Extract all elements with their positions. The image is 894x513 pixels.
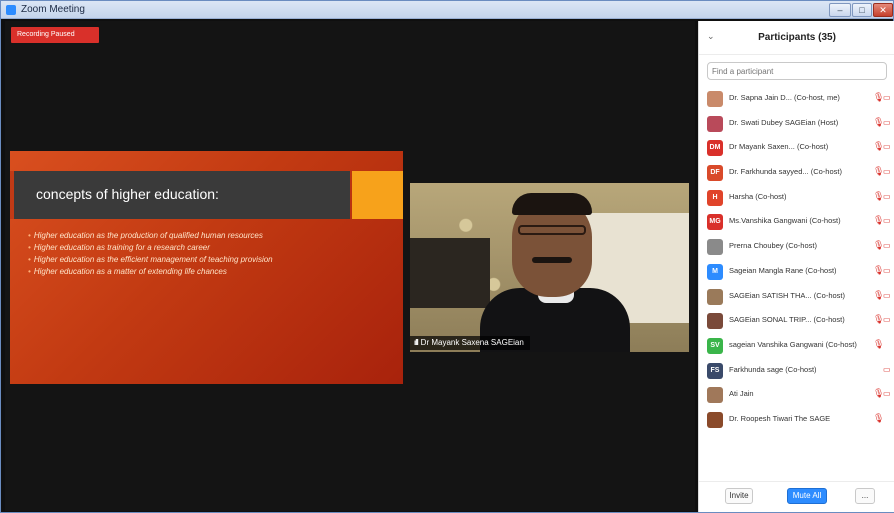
- slide-accent-block: [352, 171, 403, 219]
- participant-row[interactable]: DF Dr. Farkhunda sayyed... (Co-host) 🎙 ▭: [699, 161, 894, 186]
- close-button[interactable]: ✕: [873, 3, 893, 17]
- participant-row[interactable]: DM Dr Mayank Saxen... (Co-host) 🎙 ▭: [699, 136, 894, 161]
- participant-row[interactable]: SAGEian SONAL TRIP... (Co-host) 🎙 ▭: [699, 309, 894, 334]
- participant-avatar: [707, 239, 723, 256]
- participant-name: Farkhunda sage (Co-host): [729, 364, 817, 374]
- participants-panel: ⌄ Participants (35) Dr. Sapna Jain D... …: [698, 21, 894, 512]
- participant-row[interactable]: Dr. Sapna Jain D... (Co-host, me) 🎙 ▭: [699, 87, 894, 112]
- video-off-icon[interactable]: ▭: [883, 365, 891, 374]
- participant-avatar: M: [707, 263, 723, 280]
- video-off-icon[interactable]: ▭: [883, 389, 891, 398]
- participant-name: Ati Jain: [729, 389, 754, 399]
- participant-row[interactable]: FS Farkhunda sage (Co-host) ▭: [699, 359, 894, 384]
- participant-name: Dr. Sapna Jain D... (Co-host, me): [729, 93, 840, 102]
- speaker-video[interactable]: ıll Dr Mayank Saxena SAGEian: [410, 183, 689, 352]
- participant-search-input[interactable]: [707, 62, 887, 80]
- slide-heading: concepts of higher education:: [36, 186, 219, 202]
- maximize-button[interactable]: □: [852, 3, 872, 17]
- participant-avatar: [707, 115, 723, 132]
- participant-row[interactable]: MG Ms.Vanshika Gangwani (Co-host) 🎙 ▭: [699, 210, 894, 235]
- more-options-button[interactable]: ...: [855, 488, 875, 504]
- participant-avatar: [707, 387, 723, 404]
- participant-avatar: SV: [707, 337, 723, 354]
- participant-name: Dr Mayank Saxen... (Co-host): [729, 142, 829, 152]
- participant-name: Harsha (Co-host): [729, 191, 787, 201]
- participants-footer: Invite Mute All ...: [699, 481, 894, 511]
- participant-avatar: [707, 91, 723, 107]
- microphone-muted-icon[interactable]: 🎙: [873, 339, 884, 350]
- participant-avatar: DM: [707, 140, 723, 157]
- video-off-icon[interactable]: ▭: [883, 118, 891, 127]
- participant-avatar: MG: [707, 214, 723, 231]
- participant-avatar: FS: [707, 362, 723, 379]
- slide-bullet: • Higher education as training for a rese…: [28, 243, 210, 252]
- zoom-app-icon: [6, 5, 16, 15]
- zoom-window: Zoom Meeting – □ ✕ Recording Paused conc…: [0, 0, 894, 513]
- video-off-icon[interactable]: ▭: [883, 167, 891, 176]
- participant-avatar: [707, 313, 723, 330]
- speaker-mustache: [532, 257, 572, 263]
- invite-button[interactable]: Invite: [725, 488, 753, 504]
- video-off-icon[interactable]: ▭: [883, 266, 891, 275]
- participant-row[interactable]: Dr. Swati Dubey SAGEian (Host) 🎙 ▭: [699, 112, 894, 137]
- video-off-icon[interactable]: ▭: [883, 192, 891, 201]
- participant-row[interactable]: Ati Jain 🎙 ▭: [699, 383, 894, 408]
- participant-name: SAGEian SATISH THA... (Co-host): [729, 290, 846, 300]
- meeting-stage: Recording Paused concepts of higher educ…: [5, 21, 695, 511]
- participant-name: Dr. Farkhunda sayyed... (Co-host): [729, 167, 842, 177]
- participants-title: Participants (35): [758, 32, 836, 43]
- participant-name: Ms.Vanshika Gangwani (Co-host): [729, 216, 841, 226]
- participant-list: Dr. Sapna Jain D... (Co-host, me) 🎙 ▭ Dr…: [699, 87, 894, 433]
- video-off-icon[interactable]: ▭: [883, 93, 891, 102]
- participant-row[interactable]: SAGEian SATISH THA... (Co-host) 🎙 ▭: [699, 285, 894, 310]
- participant-avatar: [707, 288, 723, 305]
- participant-name: Dr. Swati Dubey SAGEian (Host): [729, 117, 839, 127]
- video-off-icon[interactable]: ▭: [883, 291, 891, 300]
- participant-row[interactable]: Prerna Choubey (Co-host) 🎙 ▭: [699, 235, 894, 260]
- participant-name: Sageian Mangla Rane (Co-host): [729, 265, 837, 275]
- slide-bullet: • Higher education as the efficient manag…: [28, 255, 273, 264]
- minimize-button[interactable]: –: [829, 3, 851, 17]
- recording-status-badge[interactable]: Recording Paused: [11, 27, 99, 43]
- participant-name: sageian Vanshika Gangwani (Co-host): [729, 339, 857, 349]
- participant-row[interactable]: SV sageian Vanshika Gangwani (Co-host) 🎙: [699, 334, 894, 359]
- window-title: Zoom Meeting: [21, 4, 85, 15]
- microphone-muted-icon[interactable]: 🎙: [873, 413, 884, 424]
- speaker-glasses: [518, 225, 586, 235]
- participants-header: ⌄ Participants (35): [699, 21, 894, 55]
- participant-name: Dr. Roopesh Tiwari The SAGE: [729, 413, 831, 423]
- participant-avatar: H: [707, 189, 723, 206]
- video-off-icon[interactable]: ▭: [883, 241, 891, 250]
- video-off-icon[interactable]: ▭: [883, 216, 891, 225]
- shared-slide: concepts of higher education: • Higher ed…: [10, 151, 403, 384]
- video-background-shelf: [410, 238, 490, 308]
- signal-strength-icon: ıll: [414, 338, 419, 347]
- participant-name: SAGEian SONAL TRIP... (Co-host): [729, 315, 845, 325]
- speaker-hair: [512, 193, 592, 215]
- participant-row[interactable]: H Harsha (Co-host) 🎙 ▭: [699, 186, 894, 211]
- participant-row[interactable]: M Sageian Mangla Rane (Co-host) 🎙 ▭: [699, 260, 894, 285]
- title-bar: Zoom Meeting – □ ✕: [1, 1, 893, 19]
- slide-bullet: • Higher education as a matter of extendi…: [28, 267, 227, 276]
- participant-avatar: DF: [707, 165, 723, 182]
- participant-name: Prerna Choubey (Co-host): [729, 241, 817, 251]
- participant-avatar: [707, 411, 723, 428]
- video-off-icon[interactable]: ▭: [883, 315, 891, 324]
- speaker-name-label: ıll Dr Mayank Saxena SAGEian: [410, 336, 530, 350]
- participant-row[interactable]: Dr. Roopesh Tiwari The SAGE 🎙: [699, 408, 894, 433]
- mute-all-button[interactable]: Mute All: [787, 488, 827, 504]
- slide-bullet: • Higher education as the production of q…: [28, 231, 263, 240]
- slide-bullet-list: • Higher education as the production of q…: [28, 231, 368, 279]
- video-off-icon[interactable]: ▭: [883, 142, 891, 151]
